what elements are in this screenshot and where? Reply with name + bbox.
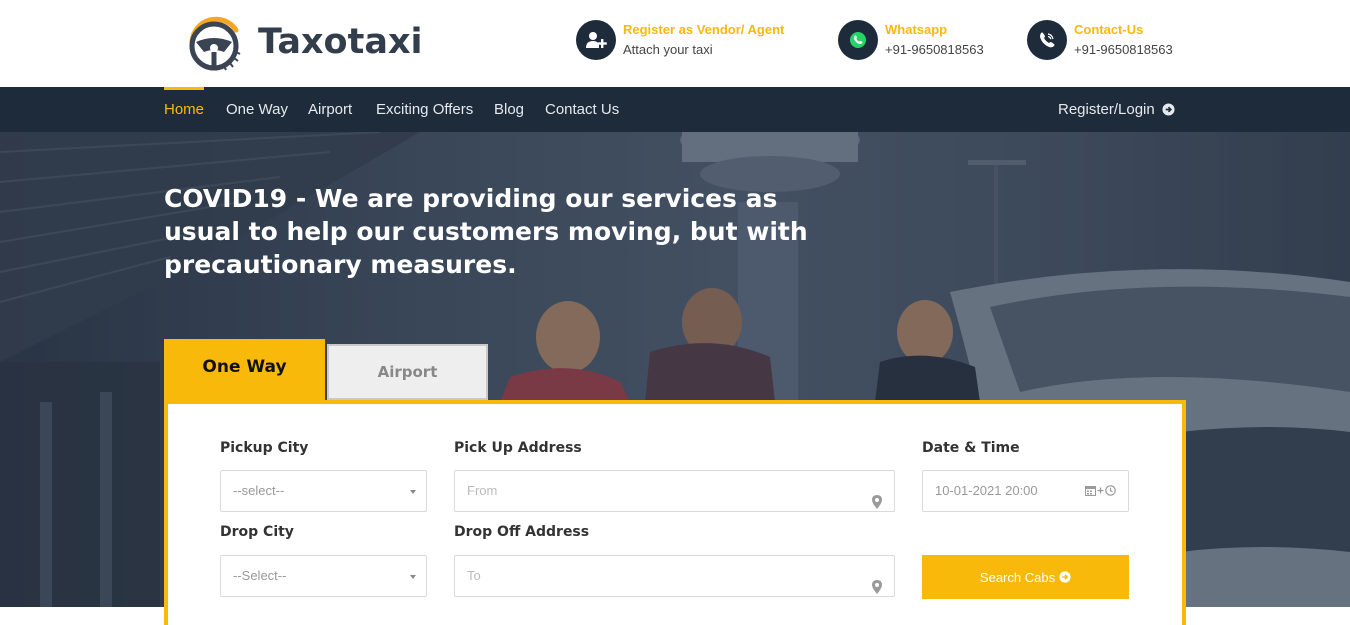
- pickup-city-label: Pickup City: [220, 440, 309, 456]
- pickup-city-select[interactable]: --select--: [220, 470, 427, 512]
- search-cabs-label: Search Cabs: [979, 569, 1056, 585]
- pickup-address-input[interactable]: From: [454, 470, 895, 512]
- nav-item-exciting-offers[interactable]: Exciting Offers: [376, 87, 473, 132]
- drop-city-label: Drop City: [220, 524, 294, 540]
- map-marker-icon: [872, 485, 882, 525]
- whatsapp-icon: [838, 20, 878, 60]
- nav-item-one-way[interactable]: One Way: [226, 87, 288, 132]
- register-login-link[interactable]: Register/Login: [1058, 87, 1175, 132]
- drop-city-select[interactable]: --Select--: [220, 555, 427, 597]
- map-marker-icon: [872, 570, 882, 610]
- contact-us-number: +91-9650818563: [1074, 42, 1173, 57]
- pickup-city-value: --select--: [233, 483, 285, 498]
- drop-address-label: Drop Off Address: [454, 524, 590, 540]
- nav-item-blog[interactable]: Blog: [494, 87, 524, 132]
- date-time-input[interactable]: 10-01-2021 20:00: [922, 470, 1129, 512]
- contact-us-title: Contact-Us: [1074, 22, 1144, 37]
- tab-airport[interactable]: Airport: [327, 344, 488, 400]
- steering-wheel-logo-icon: [189, 16, 241, 71]
- main-nav: Home One Way Airport Exciting Offers Blo…: [0, 87, 1350, 132]
- register-login-label: Register/Login: [1058, 101, 1155, 118]
- brand-name: Taxotaxi: [258, 22, 423, 62]
- tab-one-way[interactable]: One Way: [164, 339, 325, 401]
- phone-icon: [1027, 20, 1067, 60]
- arrow-circle-right-icon: [1162, 103, 1175, 116]
- pickup-address-label: Pick Up Address: [454, 440, 582, 456]
- drop-address-placeholder: To: [467, 568, 481, 583]
- caret-down-icon: [410, 490, 416, 494]
- register-vendor-title: Register as Vendor/ Agent: [623, 22, 785, 37]
- register-vendor-subtitle: Attach your taxi: [623, 42, 713, 57]
- contact-us-link[interactable]: Contact-Us +91-9650818563: [1027, 20, 1173, 60]
- pickup-address-placeholder: From: [467, 483, 498, 498]
- site-header: Taxotaxi Register as Vendor/ Agent Attac…: [0, 0, 1350, 87]
- nav-item-home[interactable]: Home: [164, 87, 205, 132]
- search-cabs-button[interactable]: Search Cabs: [922, 555, 1129, 599]
- hero-title: COVID19 - We are providing our services …: [164, 184, 808, 279]
- calendar-clock-icon: [1085, 485, 1116, 496]
- add-user-icon: [576, 20, 616, 60]
- drop-city-value: --Select--: [233, 568, 287, 583]
- caret-down-icon: [410, 575, 416, 579]
- arrow-circle-right-icon: [1059, 571, 1071, 583]
- drop-address-input[interactable]: To: [454, 555, 895, 597]
- date-time-value: 10-01-2021 20:00: [935, 483, 1038, 498]
- nav-item-contact-us[interactable]: Contact Us: [545, 87, 619, 132]
- whatsapp-link[interactable]: Whatsapp +91-9650818563: [838, 20, 984, 60]
- date-time-label: Date & Time: [922, 440, 1020, 456]
- nav-item-airport[interactable]: Airport: [308, 87, 352, 132]
- whatsapp-title: Whatsapp: [885, 22, 948, 37]
- brand-logo[interactable]: Taxotaxi: [184, 12, 423, 72]
- register-vendor-link[interactable]: Register as Vendor/ Agent Attach your ta…: [576, 20, 784, 60]
- whatsapp-number: +91-9650818563: [885, 42, 984, 57]
